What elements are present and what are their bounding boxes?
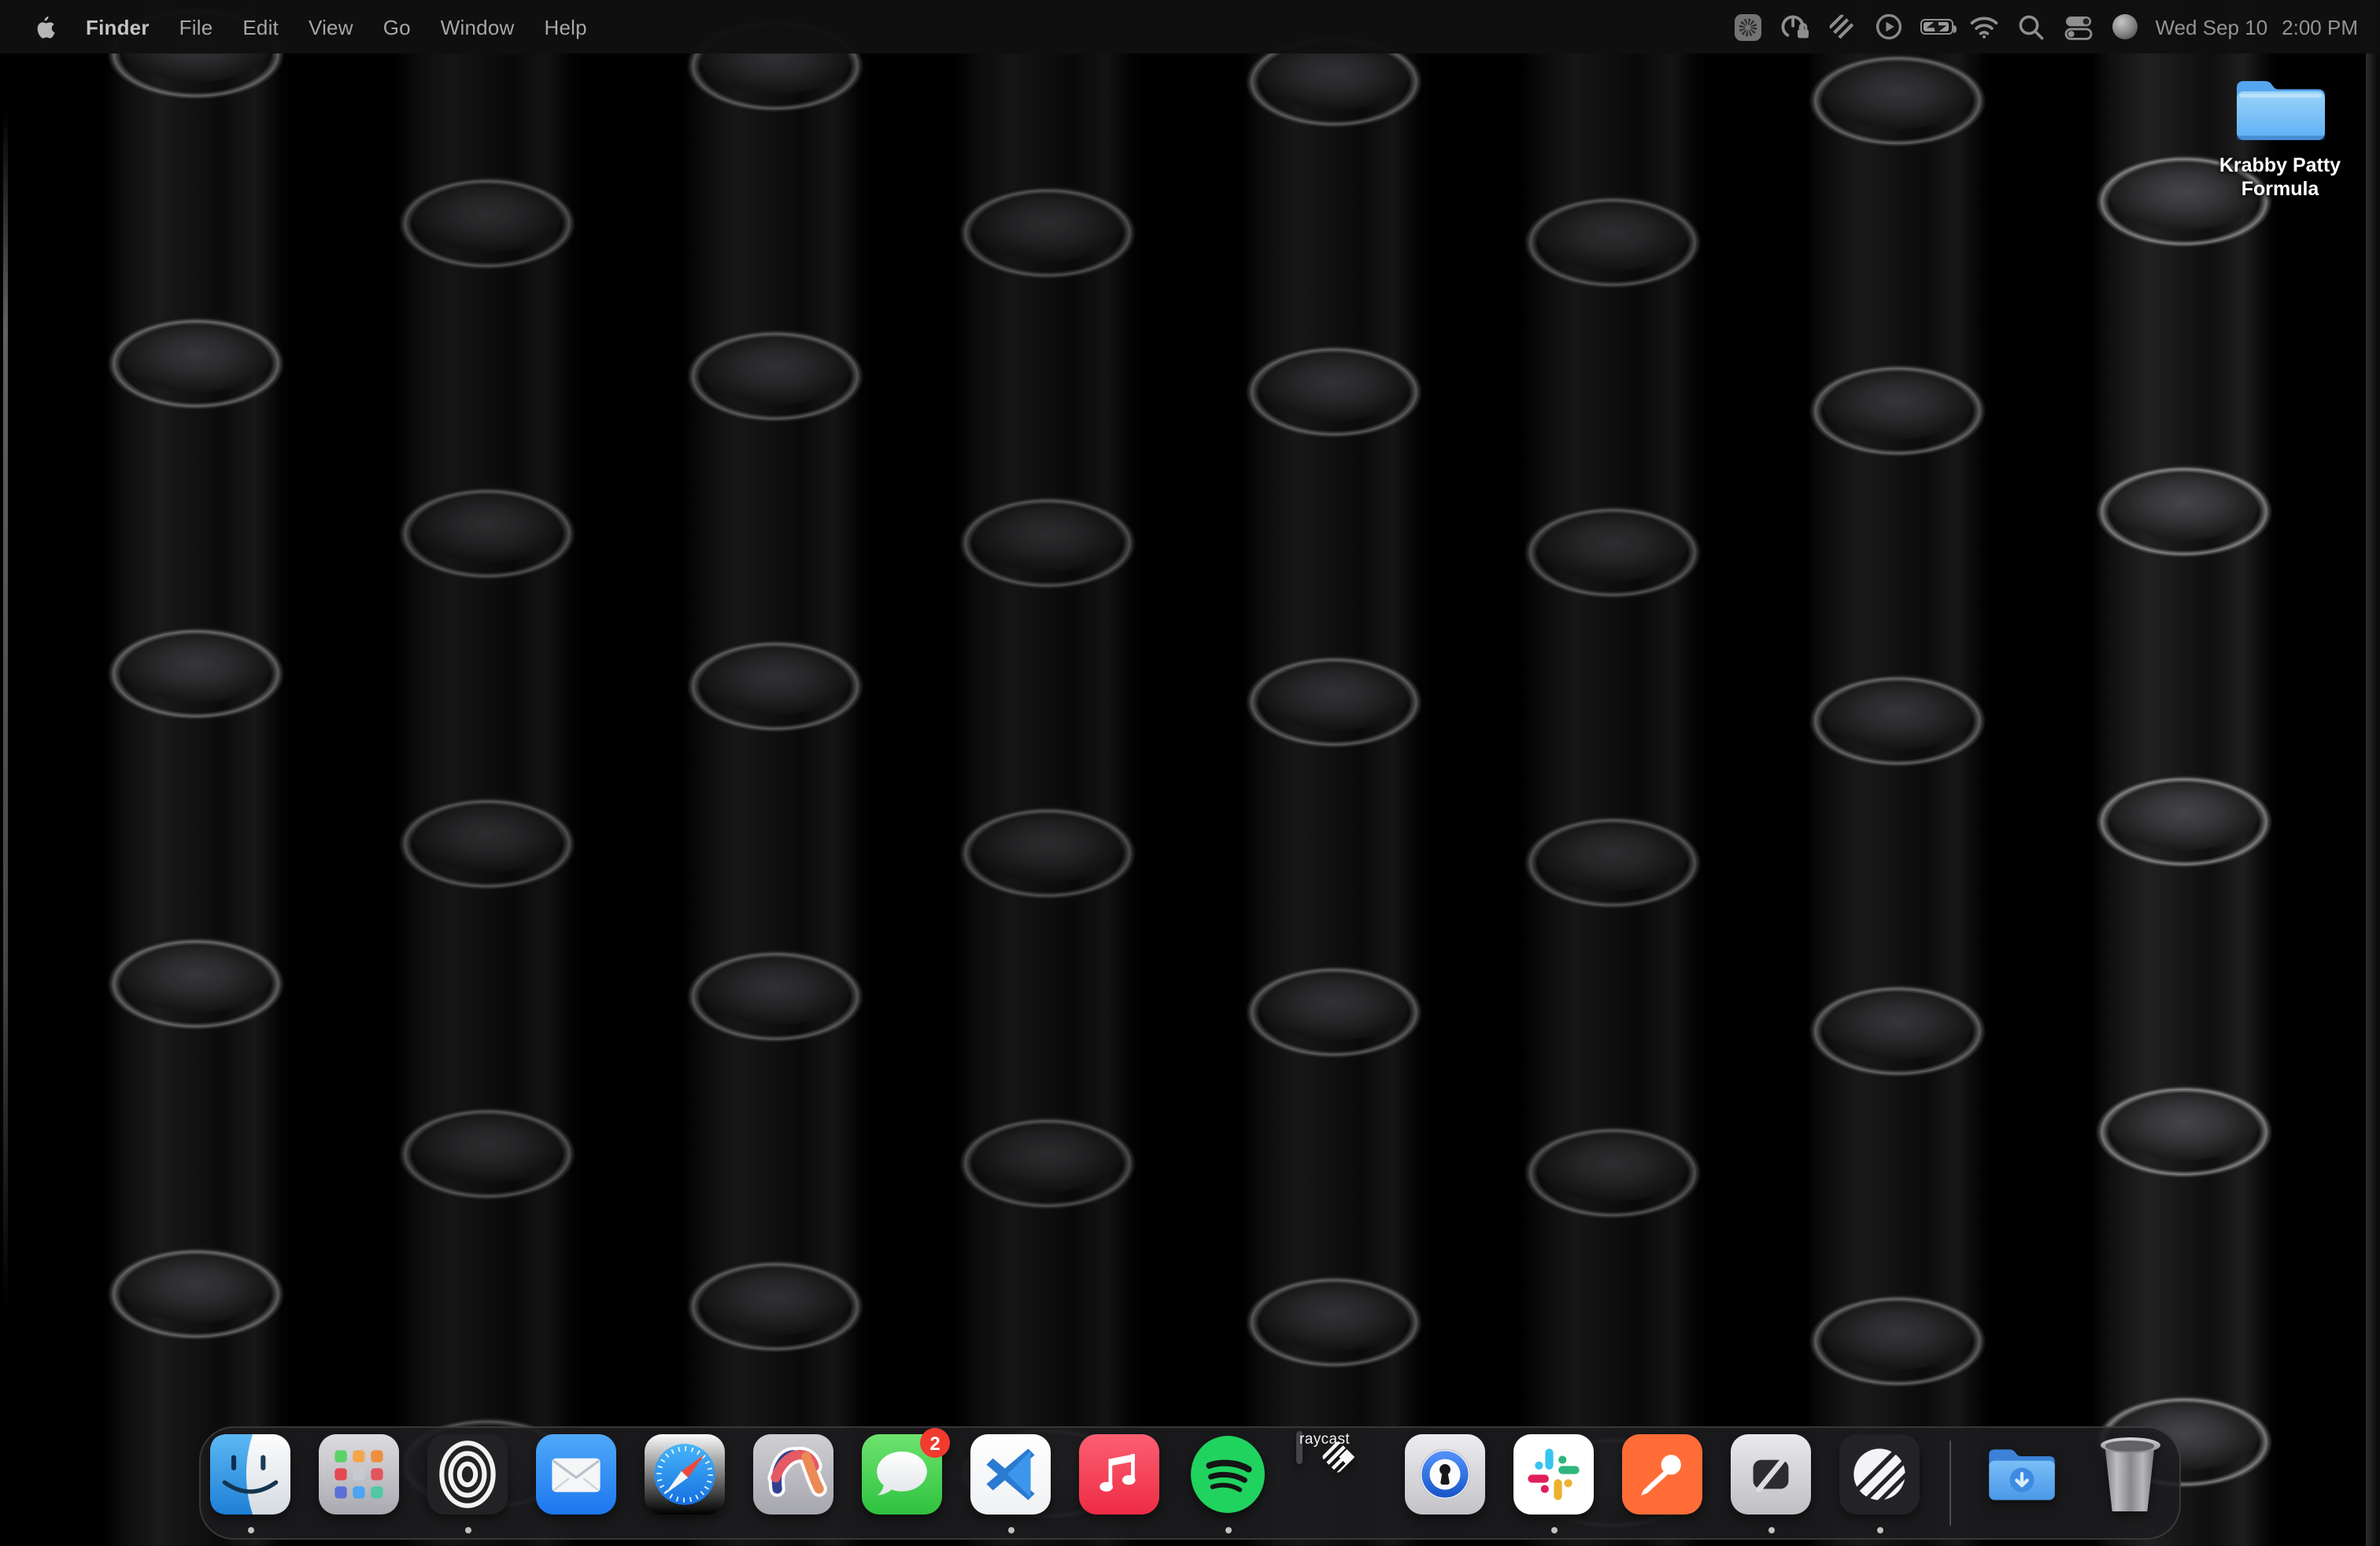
screen-lock-menu-icon[interactable] — [1772, 8, 1819, 46]
messages-badge: 2 — [920, 1428, 950, 1458]
downloads-folder-icon — [1981, 1434, 2061, 1515]
spotify-icon — [1188, 1434, 1268, 1515]
dock-item-slack[interactable] — [1513, 1434, 1594, 1538]
dock-item-messages[interactable]: 2 — [862, 1434, 942, 1538]
control-center-icon[interactable] — [2055, 8, 2102, 46]
wallpaper-cylinder-column — [1805, 0, 1990, 1546]
dock: 2 — [199, 1426, 2181, 1540]
starburst-menu-icon[interactable] — [1724, 8, 1772, 46]
apple-menu[interactable] — [19, 15, 71, 39]
postman-icon — [1622, 1434, 1702, 1515]
wallpaper-cylinder-column — [1521, 0, 1705, 1546]
wallpaper-edge-column — [2366, 0, 2380, 1546]
menu-bar-date: Wed Sep 10 — [2156, 15, 2268, 39]
folder-icon — [2231, 69, 2329, 148]
apple-music-icon — [1079, 1434, 1159, 1515]
running-indicator — [1876, 1527, 1883, 1533]
wifi-icon[interactable] — [1961, 8, 2008, 46]
wallpaper-cylinder-column — [683, 0, 867, 1546]
concentric-circles-icon — [427, 1434, 508, 1515]
wallpaper-cylinder-column — [104, 0, 288, 1546]
dock-item-vscode[interactable] — [970, 1434, 1051, 1538]
linear-icon — [1839, 1434, 1920, 1515]
running-indicator — [1768, 1527, 1774, 1533]
mail-icon — [536, 1434, 616, 1515]
wallpaper-cylinder-column — [395, 0, 579, 1546]
zed-icon — [1731, 1434, 1811, 1515]
vscode-icon — [970, 1434, 1051, 1515]
menu-app-name[interactable]: Finder — [71, 15, 164, 39]
apple-logo-icon — [35, 15, 55, 39]
dock-item-mail[interactable] — [536, 1434, 616, 1538]
dock-item-1password[interactable] — [1405, 1434, 1485, 1538]
menu-edit[interactable]: Edit — [227, 15, 294, 39]
wallpaper-cylinder-column — [2092, 0, 2276, 1546]
menu-window[interactable]: Window — [426, 15, 530, 39]
running-indicator — [1550, 1527, 1557, 1533]
running-indicator — [247, 1527, 253, 1533]
finder-icon — [210, 1434, 290, 1515]
wallpaper-edge-highlight — [3, 110, 7, 1307]
dock-item-spotify[interactable] — [1188, 1434, 1268, 1538]
1password-icon — [1405, 1434, 1485, 1515]
wallpaper-cylinder-column — [1242, 0, 1426, 1546]
dock-item-music[interactable] — [1079, 1434, 1159, 1538]
privacy-stripes-menu-icon[interactable] — [1819, 8, 1866, 46]
launchpad-icon — [319, 1434, 399, 1515]
wallpaper-cylinder-column — [955, 0, 1140, 1546]
desktop-folder-label: Krabby Patty Formula — [2208, 154, 2352, 202]
menu-bar-left: Finder File Edit View Go Window Help — [19, 15, 602, 39]
menu-go[interactable]: Go — [368, 15, 426, 39]
dock-item-concentric-circles[interactable] — [427, 1434, 508, 1538]
dock-item-postman[interactable] — [1622, 1434, 1702, 1538]
raycast-icon: raycast — [1296, 1434, 1377, 1515]
dock-item-downloads-folder[interactable] — [1981, 1434, 2061, 1538]
dock-item-raycast[interactable]: raycast — [1296, 1434, 1377, 1538]
dock-item-launchpad[interactable] — [319, 1434, 399, 1538]
desktop: Finder File Edit View Go Window Help — [0, 0, 2380, 1546]
dock-item-trash[interactable] — [2090, 1434, 2170, 1538]
desktop-folder-krabby-patty[interactable]: Krabby Patty Formula — [2193, 69, 2367, 202]
menu-bar-status: Wed Sep 10 2:00 PM — [1724, 8, 2358, 46]
dock-item-finder[interactable] — [210, 1434, 290, 1538]
trash-icon — [2095, 1434, 2164, 1515]
dock-item-zed[interactable] — [1731, 1434, 1811, 1538]
dock-item-linear[interactable] — [1839, 1434, 1920, 1538]
menu-bar-clock[interactable]: Wed Sep 10 2:00 PM — [2156, 15, 2358, 39]
menu-file[interactable]: File — [164, 15, 228, 39]
menu-bar: Finder File Edit View Go Window Help — [0, 0, 2380, 54]
media-play-menu-icon[interactable] — [1866, 8, 1913, 46]
running-indicator — [1225, 1527, 1231, 1533]
slack-icon — [1513, 1434, 1594, 1515]
menu-view[interactable]: View — [294, 15, 368, 39]
menu-bar-time: 2:00 PM — [2282, 15, 2358, 39]
spotlight-search-icon[interactable] — [2008, 8, 2055, 46]
messages-icon: 2 — [862, 1434, 942, 1515]
wallpaper — [0, 0, 2380, 1546]
dock-divider — [1949, 1441, 1951, 1526]
arc-browser-icon — [753, 1434, 833, 1515]
battery-charging-icon[interactable] — [1913, 8, 1961, 46]
dock-item-safari[interactable] — [645, 1434, 725, 1538]
safari-icon — [645, 1434, 725, 1515]
dock-item-arc[interactable] — [753, 1434, 833, 1538]
running-indicator — [464, 1527, 471, 1533]
siri-icon[interactable] — [2102, 8, 2149, 46]
running-indicator — [1007, 1527, 1014, 1533]
menu-help[interactable]: Help — [529, 15, 601, 39]
